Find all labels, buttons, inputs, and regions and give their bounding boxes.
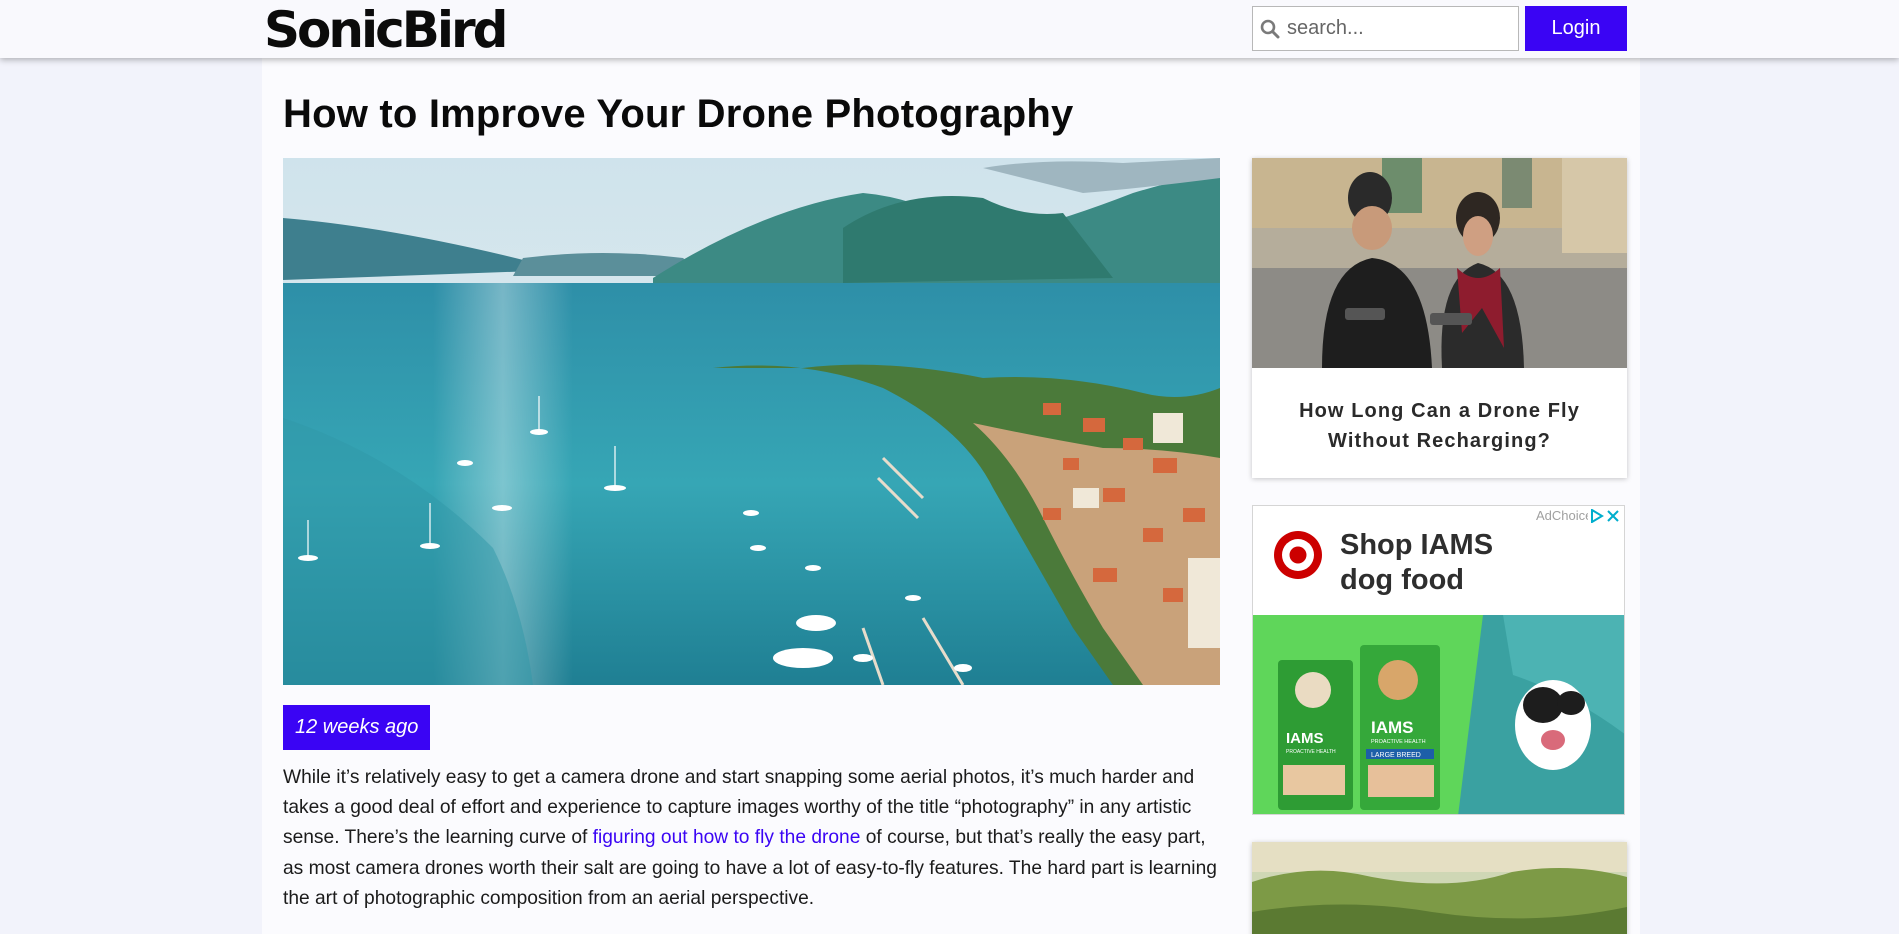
article-title: How to Improve Your Drone Photography <box>283 92 1074 136</box>
search-box[interactable] <box>1252 6 1519 51</box>
ad-pack2-variant: LARGE BREED <box>1371 752 1421 759</box>
article-body: While it’s relatively easy to get a came… <box>283 763 1223 914</box>
related-article-card-2[interactable] <box>1252 842 1627 934</box>
related-article-image[interactable] <box>1252 158 1627 368</box>
site-logo[interactable]: SonicBird <box>264 2 508 58</box>
ad-choices-label[interactable]: AdChoices <box>1536 508 1588 523</box>
ad-headline-line2: dog food <box>1340 564 1465 596</box>
related-article-image-2[interactable] <box>1252 842 1627 934</box>
ad-pack2-brand: IAMS <box>1371 718 1414 737</box>
close-icon[interactable] <box>1606 509 1620 523</box>
ad-headline[interactable]: Shop IAMS dog food <box>1340 528 1493 598</box>
ad-pack1-line: PROACTIVE HEALTH <box>1286 749 1336 755</box>
login-button[interactable]: Login <box>1525 6 1627 51</box>
article-date-badge: 12 weeks ago <box>283 705 431 750</box>
ad-pack1-brand: IAMS <box>1286 730 1324 747</box>
ad-headline-line1: Shop IAMS <box>1340 529 1494 561</box>
advertisement[interactable]: Shop IAMS dog food AdChoices IAMS <box>1252 505 1625 815</box>
related-article-title[interactable]: How Long Can a Drone Fly Without Recharg… <box>1252 368 1627 456</box>
related-article-card[interactable]: How Long Can a Drone Fly Without Recharg… <box>1252 158 1627 478</box>
search-icon[interactable] <box>1253 6 1287 51</box>
fly-drone-link[interactable]: figuring out how to fly the drone <box>593 827 861 848</box>
site-header: SonicBird Login <box>0 0 1899 58</box>
adchoices-icon[interactable] <box>1590 508 1604 523</box>
search-input[interactable] <box>1287 8 1507 49</box>
ad-choices[interactable]: AdChoices <box>1536 508 1620 523</box>
hero-image <box>283 158 1220 685</box>
ad-product-image[interactable]: IAMS PROACTIVE HEALTH IAMS PROACTIVE HEA… <box>1253 615 1624 814</box>
ad-pack2-line: PROACTIVE HEALTH <box>1371 739 1426 745</box>
target-icon <box>1273 530 1323 585</box>
